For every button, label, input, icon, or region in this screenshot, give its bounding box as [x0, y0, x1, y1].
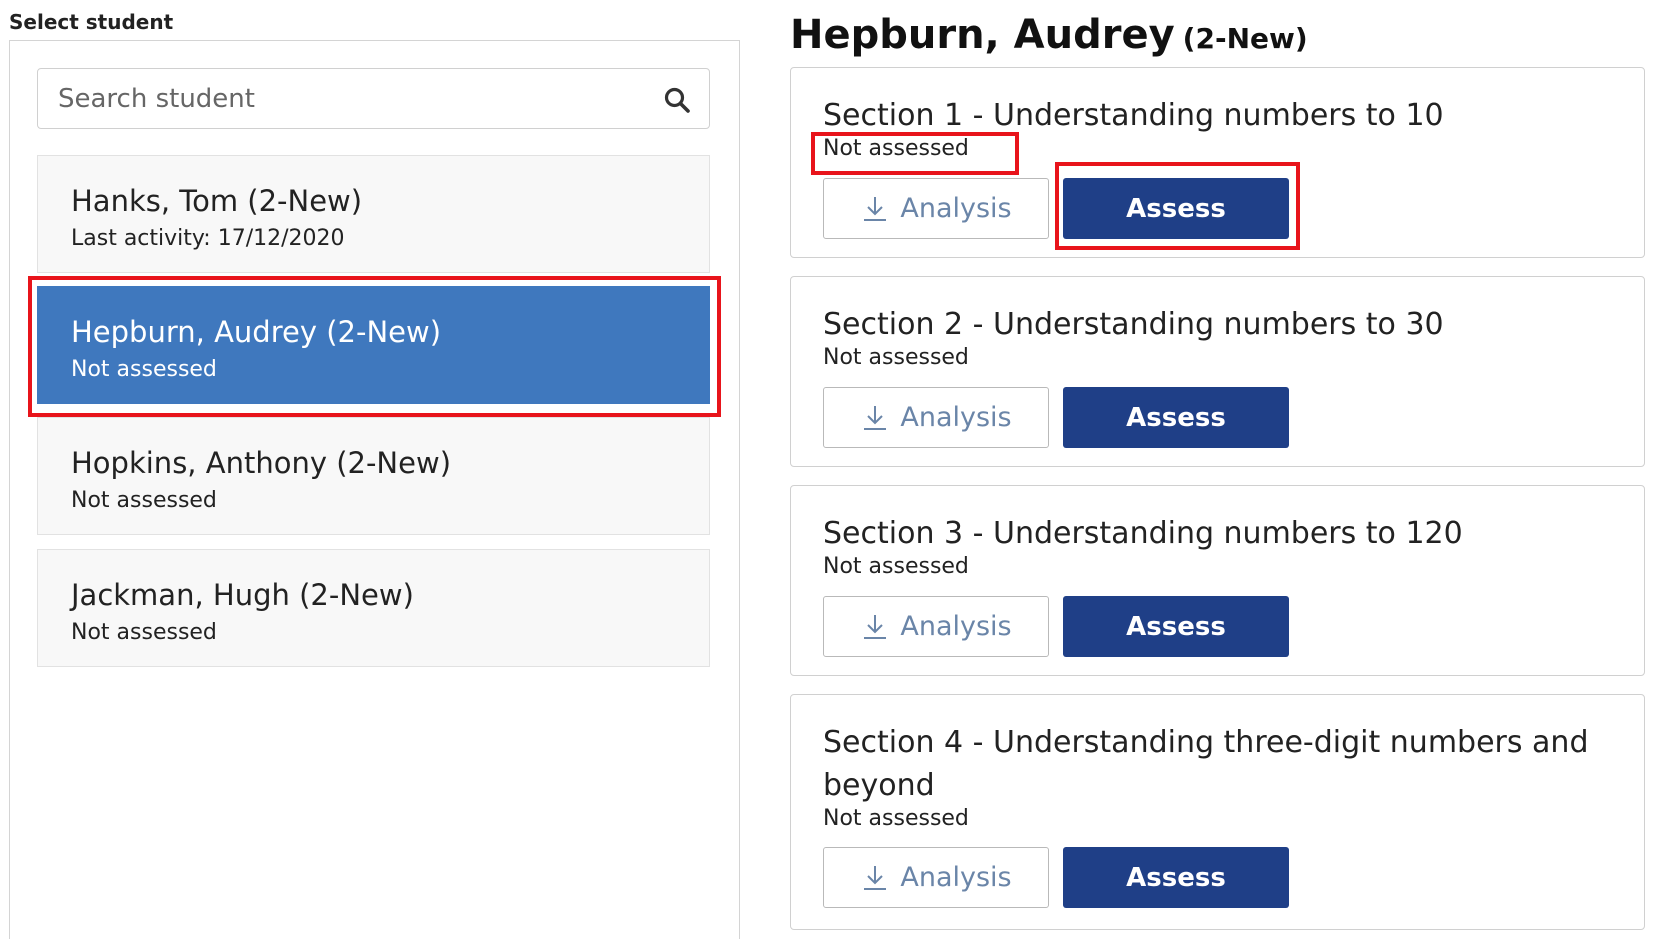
- student-item-hopkins-anthony[interactable]: Hopkins, Anthony (2-New) Not assessed: [37, 417, 710, 535]
- download-icon: [864, 865, 887, 890]
- student-status: Not assessed: [71, 488, 217, 513]
- student-heading-group: (2-New): [1182, 22, 1308, 55]
- assess-button-label: Assess: [1126, 402, 1226, 433]
- download-icon: [864, 405, 887, 430]
- section-card-1: Section 1 - Understanding numbers to 10 …: [790, 67, 1645, 258]
- student-item-hepburn-audrey[interactable]: Hepburn, Audrey (2-New) Not assessed: [37, 286, 710, 404]
- assess-button[interactable]: Assess: [1063, 387, 1289, 448]
- student-name: Jackman, Hugh (2-New): [71, 578, 414, 612]
- student-name: Hanks, Tom (2-New): [71, 184, 363, 218]
- section-card-3: Section 3 - Understanding numbers to 120…: [790, 485, 1645, 676]
- section-title: Section 2 - Understanding numbers to 30: [823, 307, 1444, 342]
- student-item-jackman-hugh[interactable]: Jackman, Hugh (2-New) Not assessed: [37, 549, 710, 667]
- section-title: Section 3 - Understanding numbers to 120: [823, 516, 1463, 551]
- student-item-hanks-tom[interactable]: Hanks, Tom (2-New) Last activity: 17/12/…: [37, 155, 710, 273]
- download-icon: [864, 196, 887, 221]
- section-title: Section 1 - Understanding numbers to 10: [823, 98, 1444, 133]
- section-status: Not assessed: [823, 806, 969, 831]
- student-heading-name: Hepburn, Audrey: [790, 12, 1175, 58]
- analysis-button-label: Analysis: [900, 402, 1012, 433]
- page-title: Hepburn, Audrey (2-New): [790, 12, 1308, 58]
- student-status: Not assessed: [71, 620, 217, 645]
- analysis-button-label: Analysis: [900, 193, 1012, 224]
- section-status: Not assessed: [823, 345, 969, 370]
- analysis-button[interactable]: Analysis: [823, 596, 1049, 657]
- section-title: Section 4 - Understanding three-digit nu…: [823, 725, 1589, 803]
- analysis-button[interactable]: Analysis: [823, 387, 1049, 448]
- assess-button-label: Assess: [1126, 862, 1226, 893]
- assess-button-label: Assess: [1126, 611, 1226, 642]
- student-status: Last activity: 17/12/2020: [71, 226, 345, 251]
- assess-button[interactable]: Assess: [1063, 847, 1289, 908]
- assess-button-label: Assess: [1126, 193, 1226, 224]
- analysis-button-label: Analysis: [900, 611, 1012, 642]
- student-name: Hopkins, Anthony (2-New): [71, 446, 452, 480]
- section-status: Not assessed: [823, 136, 969, 161]
- analysis-button[interactable]: Analysis: [823, 178, 1049, 239]
- analysis-button[interactable]: Analysis: [823, 847, 1049, 908]
- section-card-2: Section 2 - Understanding numbers to 30 …: [790, 276, 1645, 467]
- download-icon: [864, 614, 887, 639]
- analysis-button-label: Analysis: [900, 862, 1012, 893]
- search-input[interactable]: Search student: [37, 68, 710, 129]
- section-status: Not assessed: [823, 554, 969, 579]
- student-status: Not assessed: [71, 357, 217, 382]
- assess-button[interactable]: Assess: [1063, 178, 1289, 239]
- section-card-4: Section 4 - Understanding three-digit nu…: [790, 694, 1645, 930]
- search-icon[interactable]: [663, 86, 691, 114]
- select-student-label: Select student: [9, 10, 174, 34]
- assess-button[interactable]: Assess: [1063, 596, 1289, 657]
- search-placeholder: Search student: [58, 84, 255, 114]
- student-name: Hepburn, Audrey (2-New): [71, 315, 442, 349]
